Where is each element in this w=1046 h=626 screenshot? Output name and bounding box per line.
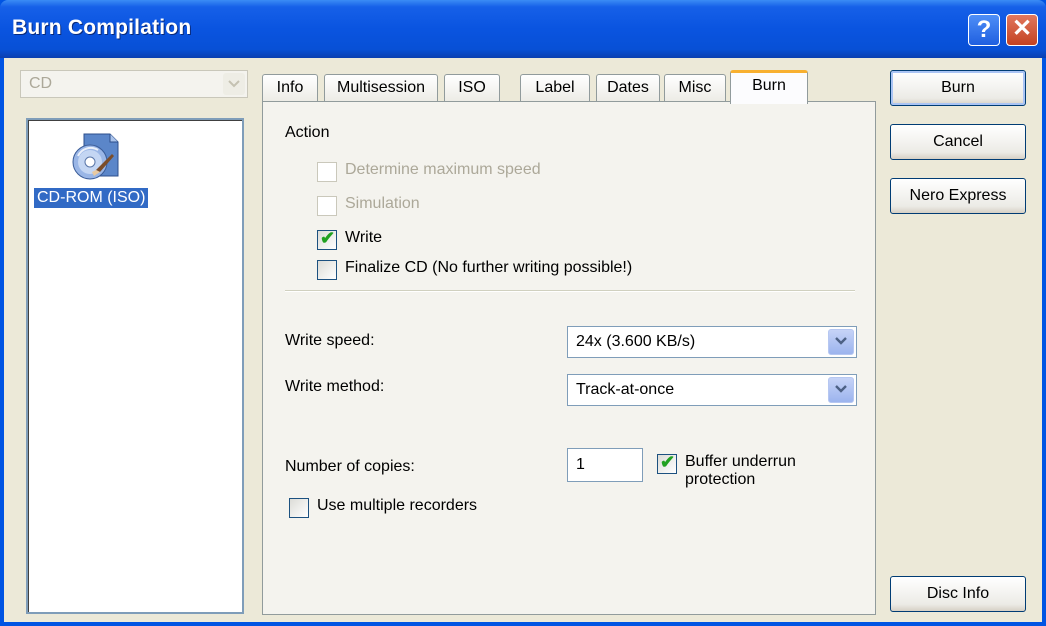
question-mark-icon: ? [976,16,992,43]
finalize-cd-label[interactable]: Finalize CD (No further writing possible… [345,259,632,277]
tab-dates[interactable]: Dates [596,74,660,102]
chevron-down-icon[interactable] [828,329,854,355]
write-speed-value: 24x (3.600 KB/s) [576,333,696,350]
window-title: Burn Compilation [12,16,192,39]
buffer-underrun-checkbox[interactable]: ✔ [657,452,677,474]
cd-rom-disc-icon[interactable] [68,132,124,184]
close-button[interactable]: ✕ [1006,14,1038,46]
write-method-value: Track-at-once [576,381,675,398]
burn-compilation-window: Burn Compilation ? ✕ CD CD-ROM (ISO) Inf… [0,0,1046,626]
compilation-item-label[interactable]: CD-ROM (ISO) [34,188,149,208]
tab-info[interactable]: Info [262,74,318,102]
number-of-copies-value: 1 [576,456,585,473]
write-label[interactable]: Write [345,229,382,247]
tab-misc-label: Misc [678,79,712,96]
tab-misc[interactable]: Misc [664,74,726,102]
tab-label-label: Label [535,79,575,96]
write-speed-label: Write speed: [285,332,375,349]
simulation-label: Simulation [345,195,420,212]
help-button[interactable]: ? [968,14,1000,46]
write-checkbox[interactable]: ✔ [317,228,337,250]
write-method-label: Write method: [285,378,385,395]
disc-info-button-label: Disc Info [926,585,990,602]
tab-multisession[interactable]: Multisession [324,74,438,102]
nero-express-button-label: Nero Express [909,187,1007,204]
multiple-recorders-label[interactable]: Use multiple recorders [317,497,477,515]
dialog-client-area: CD CD-ROM (ISO) Info Multisession ISO La… [4,58,1042,622]
title-bar[interactable]: Burn Compilation ? ✕ [0,0,1046,58]
cancel-button-label: Cancel [933,133,983,150]
number-of-copies-input[interactable]: 1 [567,448,643,482]
section-divider [285,290,855,292]
nero-express-button[interactable]: Nero Express [890,178,1026,214]
determine-max-speed-checkbox [317,162,337,182]
simulation-checkbox [317,196,337,216]
burn-tab-panel: Action Determine maximum speed Simulatio… [262,101,876,615]
tab-iso-label: ISO [458,79,486,96]
action-section-title: Action [285,124,330,141]
drive-type-select[interactable]: CD [20,70,248,98]
write-speed-select[interactable]: 24x (3.600 KB/s) [567,326,857,358]
tab-multisession-label: Multisession [336,79,426,96]
burn-button[interactable]: Burn [890,70,1026,106]
tab-dates-label: Dates [607,79,649,96]
tab-label[interactable]: Label [520,74,590,102]
burn-button-label: Burn [941,79,975,96]
disc-info-button[interactable]: Disc Info [890,576,1026,612]
compilation-list[interactable]: CD-ROM (ISO) [26,118,244,614]
tab-info-label: Info [276,79,304,96]
tab-burn[interactable]: Burn [730,70,808,104]
determine-max-speed-label: Determine maximum speed [345,161,541,178]
tab-burn-label: Burn [752,77,786,94]
cancel-button[interactable]: Cancel [890,124,1026,160]
chevron-down-icon[interactable] [223,73,245,95]
checkmark-icon: ✔ [320,228,336,248]
checkmark-icon: ✔ [660,452,676,472]
x-close-icon: ✕ [1011,15,1033,42]
finalize-cd-checkbox[interactable] [317,260,337,280]
tab-iso[interactable]: ISO [444,74,500,102]
buffer-underrun-label-line2[interactable]: protection [685,471,755,489]
number-of-copies-label: Number of copies: [285,458,415,475]
multiple-recorders-checkbox[interactable] [289,498,309,518]
drive-type-value: CD [29,75,53,92]
write-method-select[interactable]: Track-at-once [567,374,857,406]
buffer-underrun-label-line1[interactable]: Buffer underrun [685,453,796,471]
chevron-down-icon[interactable] [828,377,854,403]
